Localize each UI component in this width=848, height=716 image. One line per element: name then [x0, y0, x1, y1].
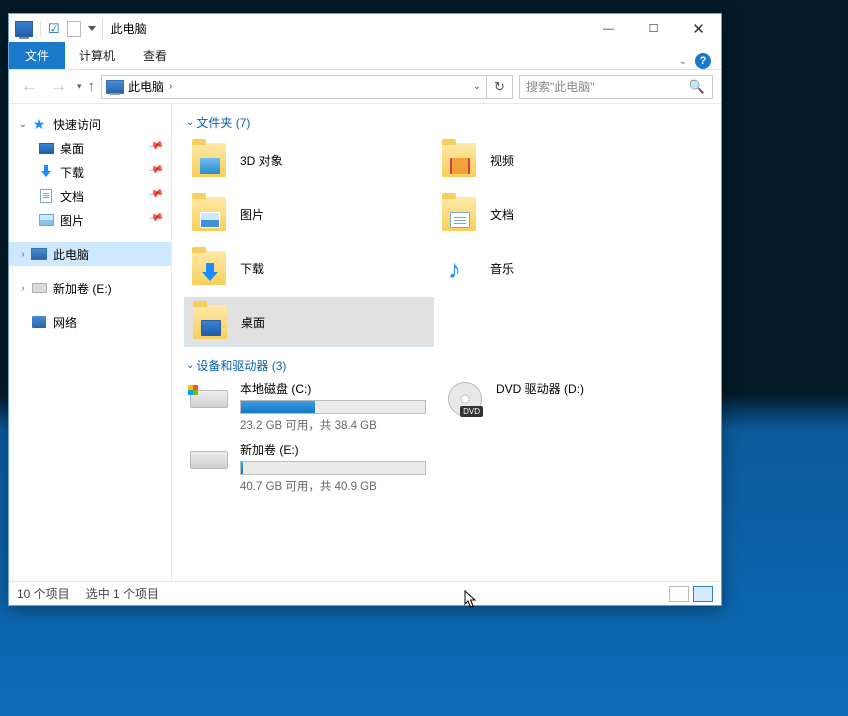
address-this-pc-icon — [106, 80, 124, 94]
back-button[interactable]: ← — [17, 76, 41, 98]
close-button[interactable]: ✕ — [676, 14, 721, 43]
drive-c[interactable]: 本地磁盘 (C:) 23.2 GB 可用，共 38.4 GB — [184, 380, 434, 433]
qat-properties-icon[interactable]: ☑ — [48, 21, 60, 37]
folder-pictures[interactable]: 图片 — [184, 189, 434, 239]
dvd-drive-icon — [448, 382, 482, 416]
video-icon — [450, 158, 470, 174]
pin-icon: 📌 — [147, 162, 172, 183]
music-icon — [448, 258, 470, 284]
tiles-view-button[interactable] — [693, 586, 713, 602]
file-tab[interactable]: 文件 — [9, 42, 65, 69]
forward-button[interactable]: → — [47, 76, 71, 98]
ribbon-tabs: 文件 计算机 查看 ⌄ ? — [9, 43, 721, 70]
qat-dropdown-icon[interactable] — [88, 26, 96, 31]
address-bar[interactable]: 此电脑 › ⌄ ↻ — [101, 75, 513, 99]
folder-documents[interactable]: 文档 — [434, 189, 684, 239]
address-dropdown-icon[interactable]: ⌄ — [468, 81, 486, 92]
sidebar-item-desktop[interactable]: 桌面 📌 — [9, 136, 171, 160]
search-icon[interactable]: 🔍 — [682, 79, 712, 95]
history-dropdown-icon[interactable]: ▾ — [77, 81, 82, 92]
drive-fill-e — [241, 462, 243, 474]
navigation-pane: ⌄ ★ 快速访问 桌面 📌 下载 📌 文档 📌 — [9, 104, 172, 581]
pin-icon: 📌 — [147, 210, 172, 231]
sidebar-item-quick-access[interactable]: ⌄ ★ 快速访问 — [9, 112, 171, 136]
star-icon: ★ — [31, 116, 47, 132]
drive-icon — [32, 283, 47, 293]
folder-downloads[interactable]: 下载 — [184, 243, 434, 293]
desktop-icon — [201, 320, 221, 336]
sidebar-item-network[interactable]: 网络 — [9, 310, 171, 334]
chevron-down-icon[interactable]: ⌄ — [17, 119, 29, 130]
sidebar-item-volume-e[interactable]: › 新加卷 (E:) — [9, 276, 171, 300]
search-box[interactable]: 搜索"此电脑" 🔍 — [519, 75, 713, 99]
pictures-icon — [200, 212, 220, 228]
folder-video[interactable]: 视频 — [434, 135, 684, 185]
drive-e[interactable]: 新加卷 (E:) 40.7 GB 可用，共 40.9 GB — [184, 441, 434, 494]
pictures-icon — [39, 214, 54, 226]
details-view-button[interactable] — [669, 586, 689, 602]
download-icon — [39, 165, 53, 179]
section-header-devices[interactable]: ⌄ 设备和驱动器 (3) — [186, 357, 715, 374]
navigation-bar: ← → ▾ ↑ 此电脑 › ⌄ ↻ 搜索"此电脑" 🔍 — [9, 70, 721, 104]
this-pc-icon — [15, 21, 33, 37]
downloads-icon — [200, 266, 220, 282]
this-pc-icon — [31, 248, 47, 260]
minimize-button[interactable]: — — [586, 14, 631, 43]
3d-objects-icon — [200, 158, 220, 174]
up-button[interactable]: ↑ — [88, 78, 96, 95]
local-disk-icon — [190, 390, 228, 408]
documents-icon — [450, 212, 470, 228]
address-chevron-icon[interactable]: › — [164, 81, 177, 92]
sidebar-item-documents[interactable]: 文档 📌 — [9, 184, 171, 208]
folders-grid: 3D 对象 视频 图片 文档 下载 — [184, 135, 715, 347]
drive-usage-bar — [240, 400, 426, 414]
desktop-icon — [39, 143, 54, 154]
local-disk-icon — [190, 451, 228, 469]
pin-icon: 📌 — [147, 186, 172, 207]
search-placeholder: 搜索"此电脑" — [520, 78, 682, 95]
maximize-button[interactable]: ☐ — [631, 14, 676, 43]
drive-d[interactable]: DVD 驱动器 (D:) — [440, 380, 690, 433]
folder-music[interactable]: 音乐 — [434, 243, 684, 293]
drives-grid: 本地磁盘 (C:) 23.2 GB 可用，共 38.4 GB DVD 驱动器 (… — [184, 378, 715, 494]
window-title: 此电脑 — [109, 20, 147, 37]
computer-tab[interactable]: 计算机 — [65, 42, 129, 69]
sidebar-item-downloads[interactable]: 下载 📌 — [9, 160, 171, 184]
chevron-down-icon: ⌄ — [186, 117, 194, 128]
sidebar-item-this-pc[interactable]: › 此电脑 — [9, 242, 171, 266]
status-item-count: 10 个项目 — [17, 585, 70, 602]
pin-icon: 📌 — [147, 138, 172, 159]
sidebar-item-pictures[interactable]: 图片 📌 — [9, 208, 171, 232]
chevron-right-icon[interactable]: › — [17, 283, 29, 294]
network-icon — [32, 316, 46, 328]
refresh-button[interactable]: ↻ — [486, 76, 512, 98]
qat-newfolder-icon[interactable] — [67, 21, 81, 37]
explorer-window: ☑ 此电脑 — ☐ ✕ 文件 计算机 查看 ⌄ ? ← → ▾ ↑ 此电脑 › — [8, 13, 722, 606]
drive-usage-bar — [240, 461, 426, 475]
status-selected-count: 选中 1 个项目 — [86, 585, 159, 602]
folder-3d-objects[interactable]: 3D 对象 — [184, 135, 434, 185]
section-header-folders[interactable]: ⌄ 文件夹 (7) — [186, 114, 715, 131]
chevron-right-icon[interactable]: › — [17, 249, 29, 260]
address-segment[interactable]: 此电脑 — [128, 78, 164, 95]
ribbon-collapse-icon[interactable]: ⌄ — [679, 56, 687, 67]
help-icon[interactable]: ? — [695, 53, 711, 69]
view-tab[interactable]: 查看 — [129, 42, 181, 69]
quick-access-toolbar: ☑ — [9, 21, 96, 37]
chevron-down-icon: ⌄ — [186, 360, 194, 371]
document-icon — [40, 189, 52, 203]
drive-fill-c — [241, 401, 315, 413]
status-bar: 10 个项目 选中 1 个项目 — [9, 581, 721, 605]
titlebar: ☑ 此电脑 — ☐ ✕ — [9, 14, 721, 43]
folder-desktop[interactable]: 桌面 — [184, 297, 434, 347]
content-pane: ⌄ 文件夹 (7) 3D 对象 视频 图片 文档 — [172, 104, 721, 581]
